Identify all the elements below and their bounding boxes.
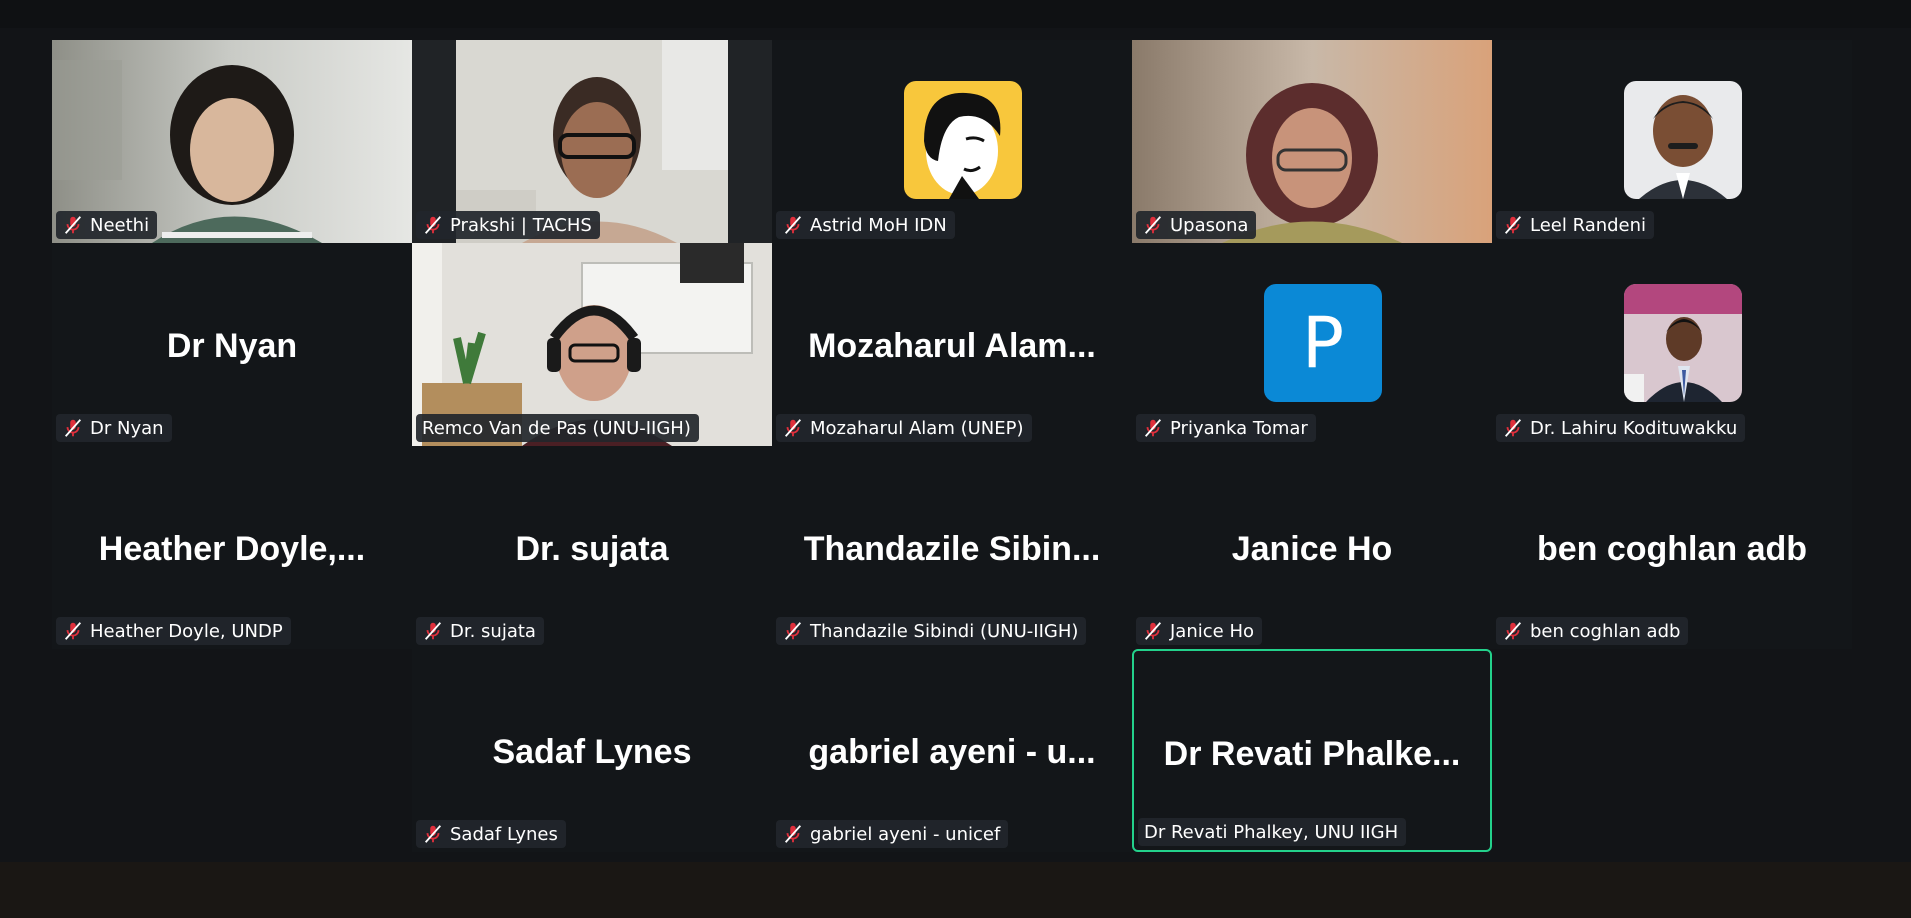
video-tile-upasona[interactable]: Upasona xyxy=(1132,40,1492,243)
participant-name: Neethi xyxy=(90,214,150,236)
name-tag: Mozaharul Alam (UNEP) xyxy=(776,414,1032,442)
video-tile-revati-active-speaker[interactable]: Dr Revati Phalke... Dr Revati Phalkey, U… xyxy=(1132,649,1492,852)
name-tag: Sadaf Lynes xyxy=(416,820,566,848)
participant-name: gabriel ayeni - unicef xyxy=(810,823,1001,845)
muted-mic-icon xyxy=(424,216,442,234)
video-tile-priyanka[interactable]: P Priyanka Tomar xyxy=(1132,243,1492,446)
muted-mic-icon xyxy=(1504,419,1522,437)
name-tag: Prakshi | TACHS xyxy=(416,211,600,239)
name-tag: Dr Revati Phalkey, UNU IIGH xyxy=(1138,818,1407,846)
name-tag: Upasona xyxy=(1136,211,1257,239)
participant-name: Astrid MoH IDN xyxy=(810,214,947,236)
participant-name: Prakshi | TACHS xyxy=(450,214,592,236)
participant-name: Janice Ho xyxy=(1170,620,1254,642)
muted-mic-icon xyxy=(64,419,82,437)
name-tag: Dr. Lahiru Kodituwakku xyxy=(1496,414,1746,442)
video-tile-drnyan[interactable]: Dr Nyan Dr Nyan xyxy=(52,243,412,446)
video-tile-janice[interactable]: Janice Ho Janice Ho xyxy=(1132,446,1492,649)
muted-mic-icon xyxy=(1504,622,1522,640)
name-tag: ben coghlan adb xyxy=(1496,617,1689,645)
name-tag: Heather Doyle, UNDP xyxy=(56,617,291,645)
participant-name: Dr. sujata xyxy=(450,620,536,642)
letter-avatar: P xyxy=(1264,284,1382,402)
participant-display-name: Dr Nyan xyxy=(166,327,298,365)
name-tag: Dr. sujata xyxy=(416,617,544,645)
participant-display-name: Dr. sujata xyxy=(515,530,669,568)
avatar xyxy=(1624,81,1742,199)
participant-display-name: gabriel ayeni - u... xyxy=(808,733,1096,771)
participant-name: Thandazile Sibindi (UNU-IIGH) xyxy=(810,620,1079,642)
video-tile-mozaharul[interactable]: Mozaharul Alam... Mozaharul Alam (UNEP) xyxy=(772,243,1132,446)
man-portrait-avatar-icon xyxy=(1624,81,1742,199)
muted-mic-icon xyxy=(424,825,442,843)
participant-name: Dr Nyan xyxy=(90,417,164,439)
video-tile-ben[interactable]: ben coghlan adb ben coghlan adb xyxy=(1492,446,1852,649)
muted-mic-icon xyxy=(64,216,82,234)
muted-mic-icon xyxy=(784,419,802,437)
video-tile-astrid[interactable]: Astrid MoH IDN xyxy=(772,40,1132,243)
avatar xyxy=(1624,284,1742,402)
participant-name: Dr Revati Phalkey, UNU IIGH xyxy=(1144,821,1399,843)
meeting-window: Neethi Prakshi | TACHS Astrid MoH IDN Up… xyxy=(0,0,1911,918)
avatar xyxy=(904,81,1022,199)
participant-name: Upasona xyxy=(1170,214,1249,236)
video-tile-neethi[interactable]: Neethi xyxy=(52,40,412,243)
video-tile-sujata[interactable]: Dr. sujata Dr. sujata xyxy=(412,446,772,649)
name-tag: Neethi xyxy=(56,211,158,239)
man-in-suit-avatar-icon xyxy=(1624,284,1742,402)
participant-display-name: Thandazile Sibin... xyxy=(803,530,1101,568)
video-tile-thandazile[interactable]: Thandazile Sibin... Thandazile Sibindi (… xyxy=(772,446,1132,649)
name-tag: Dr Nyan xyxy=(56,414,172,442)
video-tile-leel[interactable]: Leel Randeni xyxy=(1492,40,1852,243)
video-tile-remco[interactable]: Remco Van de Pas (UNU-IIGH) xyxy=(412,243,772,446)
muted-mic-icon xyxy=(784,622,802,640)
name-tag: Thandazile Sibindi (UNU-IIGH) xyxy=(776,617,1087,645)
participant-display-name: Heather Doyle,... xyxy=(98,530,366,568)
name-tag: Priyanka Tomar xyxy=(1136,414,1316,442)
video-tile-prakshi[interactable]: Prakshi | TACHS xyxy=(412,40,772,243)
name-tag: Janice Ho xyxy=(1136,617,1262,645)
participant-name: ben coghlan adb xyxy=(1530,620,1681,642)
bottom-bar xyxy=(0,862,1911,918)
muted-mic-icon xyxy=(1144,216,1162,234)
muted-mic-icon xyxy=(784,216,802,234)
participant-name: Priyanka Tomar xyxy=(1170,417,1308,439)
participant-display-name: Janice Ho xyxy=(1231,530,1393,568)
top-bar xyxy=(0,0,1911,28)
muted-mic-icon xyxy=(1504,216,1522,234)
participant-name: Mozaharul Alam (UNEP) xyxy=(810,417,1024,439)
video-tile-sadaf[interactable]: Sadaf Lynes Sadaf Lynes xyxy=(412,649,772,852)
name-tag: Leel Randeni xyxy=(1496,211,1655,239)
participant-display-name: Mozaharul Alam... xyxy=(808,327,1096,365)
video-tile-heather[interactable]: Heather Doyle,... Heather Doyle, UNDP xyxy=(52,446,412,649)
muted-mic-icon xyxy=(1144,419,1162,437)
participant-name: Heather Doyle, UNDP xyxy=(90,620,283,642)
participant-display-name: Sadaf Lynes xyxy=(492,733,692,771)
video-tile-gabriel[interactable]: gabriel ayeni - u... gabriel ayeni - uni… xyxy=(772,649,1132,852)
participant-display-name: ben coghlan adb xyxy=(1536,530,1808,568)
participant-name: Sadaf Lynes xyxy=(450,823,558,845)
participant-name: Remco Van de Pas (UNU-IIGH) xyxy=(422,417,691,439)
name-tag: gabriel ayeni - unicef xyxy=(776,820,1009,848)
participant-name: Leel Randeni xyxy=(1530,214,1647,236)
video-tile-lahiru[interactable]: Dr. Lahiru Kodituwakku xyxy=(1492,243,1852,446)
muted-mic-icon xyxy=(1144,622,1162,640)
woman-portrait-avatar-icon xyxy=(904,81,1022,199)
participant-name: Dr. Lahiru Kodituwakku xyxy=(1530,417,1738,439)
muted-mic-icon xyxy=(784,825,802,843)
name-tag: Astrid MoH IDN xyxy=(776,211,955,239)
name-tag: Remco Van de Pas (UNU-IIGH) xyxy=(416,414,699,442)
muted-mic-icon xyxy=(64,622,82,640)
muted-mic-icon xyxy=(424,622,442,640)
participant-display-name: Dr Revati Phalke... xyxy=(1163,735,1461,773)
